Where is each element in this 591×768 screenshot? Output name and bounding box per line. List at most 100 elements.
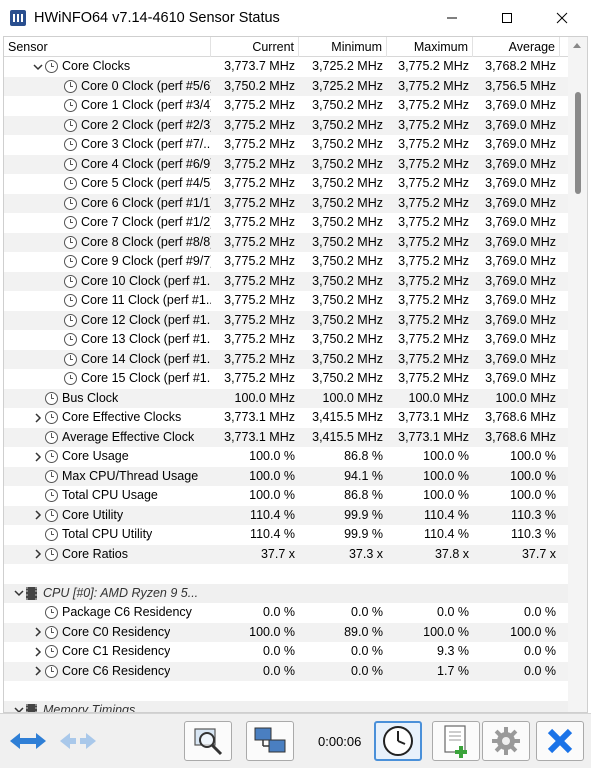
chevron-right-icon[interactable] [31, 411, 45, 425]
average-value: 3,769.0 MHz [485, 215, 556, 229]
document-add-icon [444, 725, 467, 758]
minimum-value: 86.8 % [344, 488, 383, 502]
minimize-button[interactable] [430, 0, 474, 36]
sensor-row[interactable]: Core 8 Clock (perf #8/8) 3,775.2 MHz 3,750… [4, 232, 569, 252]
minimum-value: 3,750.2 MHz [312, 273, 383, 288]
sensor-row[interactable]: Core Ratios 37.7 x 37.3 x 37.8 x 37.7 x [4, 544, 569, 564]
chevron-down-icon[interactable] [12, 586, 26, 600]
sensor-clock-icon [64, 274, 77, 288]
network-computers-icon [254, 727, 286, 753]
minimum-value: 94.1 % [344, 468, 383, 483]
sensor-name-cell: Core C1 Residency [4, 642, 211, 662]
sensor-group-row[interactable]: CPU [#0]: AMD Ryzen 9 5... [4, 583, 569, 604]
sensor-row[interactable]: Core Clocks 3,773.7 MHz 3,725.2 MHz 3,775.2… [4, 57, 569, 77]
sensor-row[interactable]: Core 9 Clock (perf #9/7) 3,775.2 MHz 3,750… [4, 252, 569, 272]
sensor-search-button[interactable] [184, 721, 232, 761]
chevron-right-icon[interactable] [31, 547, 45, 561]
sensor-clock-icon [64, 333, 77, 347]
maximize-button[interactable] [485, 0, 529, 36]
column-header-current[interactable]: Current [211, 37, 299, 57]
average-value: 3,756.5 MHz [485, 78, 556, 93]
column-header-average[interactable]: Average [473, 37, 560, 57]
chevron-right-icon[interactable] [31, 625, 45, 639]
sensor-clock-icon [45, 528, 58, 542]
sensor-row[interactable]: Core 12 Clock (perf #1... 3,775.2 MHz 3,75… [4, 310, 569, 330]
chevron-right-icon[interactable] [31, 450, 45, 464]
sensor-row[interactable]: Core 15 Clock (perf #1... 3,775.2 MHz 3,75… [4, 369, 569, 389]
navigate-forward-back-button[interactable] [4, 721, 52, 761]
sensor-row[interactable]: Core Utility 110.4 % 99.9 % 110.4 % 110.3 % [4, 505, 569, 525]
navigate-disabled-button[interactable] [54, 721, 102, 761]
sensor-row[interactable]: Core C1 Residency 0.0 % 0.0 % 9.3 % 0.0 % [4, 642, 569, 662]
logging-button[interactable] [432, 721, 480, 761]
sensor-label: Core 4 Clock (perf #6/9) [81, 156, 211, 171]
average-value: 3,769.0 MHz [485, 293, 556, 307]
current-value: 100.0 % [249, 488, 295, 502]
current-value: 3,775.2 MHz [224, 156, 295, 171]
maximum-value: 3,775.2 MHz [398, 98, 469, 112]
sensor-row[interactable]: Core 13 Clock (perf #1... 3,775.2 MHz 3,75… [4, 330, 569, 350]
sensor-label: Core 9 Clock (perf #9/7) [81, 254, 211, 268]
sensor-row[interactable]: Core C0 Residency 100.0 % 89.0 % 100.0 % 100… [4, 622, 569, 642]
sensor-row[interactable]: Package C6 Residency 0.0 % 0.0 % 0.0 % 0.0 % [4, 603, 569, 623]
sensor-row[interactable]: Core 4 Clock (perf #6/9) 3,775.2 MHz 3,750… [4, 154, 569, 174]
settings-button[interactable] [482, 721, 530, 761]
average-value: 3,769.0 MHz [485, 117, 556, 132]
network-button[interactable] [246, 721, 294, 761]
chevron-down-icon[interactable] [12, 703, 26, 712]
scroll-up-icon[interactable] [573, 43, 581, 48]
sensor-row[interactable]: Bus Clock 100.0 MHz 100.0 MHz 100.0 MHz 100.… [4, 388, 569, 408]
sensor-row[interactable]: Core 6 Clock (perf #1/1) 3,775.2 MHz 3,750… [4, 193, 569, 213]
minimum-value [299, 701, 387, 713]
vertical-scrollbar[interactable] [568, 37, 587, 712]
cpu-chip-icon [26, 586, 37, 600]
sensor-label: Average Effective Clock [62, 429, 195, 444]
current-value: 3,775.2 MHz [224, 332, 295, 346]
sensor-row[interactable]: Core C6 Residency 0.0 % 0.0 % 1.7 % 0.0 % [4, 661, 569, 681]
close-button[interactable] [540, 0, 584, 36]
sensor-row[interactable]: Total CPU Usage 100.0 % 86.8 % 100.0 % 100.0… [4, 486, 569, 506]
column-header-sensor[interactable]: Sensor [4, 37, 211, 57]
close-sensors-button[interactable] [536, 721, 584, 761]
average-value [473, 701, 560, 713]
minimum-value: 3,750.2 MHz [312, 312, 383, 327]
sensor-row[interactable]: Total CPU Utility 110.4 % 99.9 % 110.4 % 110… [4, 525, 569, 545]
sensor-clock-icon [45, 450, 58, 464]
sensor-label: Max CPU/Thread Usage [62, 468, 199, 483]
sensor-row[interactable]: Core 2 Clock (perf #2/3) 3,775.2 MHz 3,750… [4, 115, 569, 135]
sensor-row[interactable]: Average Effective Clock 3,773.1 MHz 3,415.… [4, 427, 569, 447]
maximum-value: 100.0 % [423, 468, 469, 483]
sensor-row[interactable]: Core Usage 100.0 % 86.8 % 100.0 % 100.0 % [4, 447, 569, 467]
current-value: 3,773.7 MHz [224, 59, 295, 73]
sensor-label: Total CPU Usage [62, 488, 158, 502]
average-value: 110.3 % [511, 507, 556, 522]
sensor-clock-icon [45, 625, 58, 639]
sensor-row[interactable]: Core 7 Clock (perf #1/2) 3,775.2 MHz 3,750… [4, 213, 569, 233]
chevron-down-icon[interactable] [31, 60, 45, 74]
sensor-row[interactable]: Core 5 Clock (perf #4/5) 3,775.2 MHz 3,750… [4, 174, 569, 194]
sensor-group-row[interactable]: Memory Timings [4, 700, 569, 713]
minimum-value [299, 584, 387, 604]
maximum-value: 3,773.1 MHz [398, 429, 469, 444]
sensor-label: Core 11 Clock (perf #1... [81, 293, 211, 307]
scrollbar-thumb[interactable] [575, 92, 581, 194]
sensor-row[interactable]: Core 1 Clock (perf #3/4) 3,775.2 MHz 3,750… [4, 96, 569, 116]
chevron-right-icon[interactable] [31, 664, 45, 678]
sensor-row[interactable]: Core 11 Clock (perf #1... 3,775.2 MHz 3,75… [4, 291, 569, 311]
reset-timer-button[interactable] [374, 721, 422, 761]
sensor-clock-icon [45, 664, 58, 678]
column-header-maximum[interactable]: Maximum [387, 37, 473, 57]
sensor-row[interactable]: Core 3 Clock (perf #7/... 3,775.2 MHz 3,75… [4, 135, 569, 155]
sensor-row[interactable]: Max CPU/Thread Usage 100.0 % 94.1 % 100.0 %… [4, 466, 569, 486]
sensor-row[interactable]: Core 14 Clock (perf #1... 3,775.2 MHz 3,75… [4, 349, 569, 369]
sensor-name-cell: Core Effective Clocks [4, 408, 211, 428]
column-header-minimum[interactable]: Minimum [299, 37, 387, 57]
chevron-right-icon[interactable] [31, 645, 45, 659]
sensor-row[interactable]: Core Effective Clocks 3,773.1 MHz 3,415.5 … [4, 408, 569, 428]
sensor-row[interactable]: Core 10 Clock (perf #1... 3,775.2 MHz 3,75… [4, 271, 569, 291]
sensor-row[interactable]: Core 0 Clock (perf #5/6) 3,750.2 MHz 3,725… [4, 76, 569, 96]
chevron-right-icon[interactable] [31, 508, 45, 522]
